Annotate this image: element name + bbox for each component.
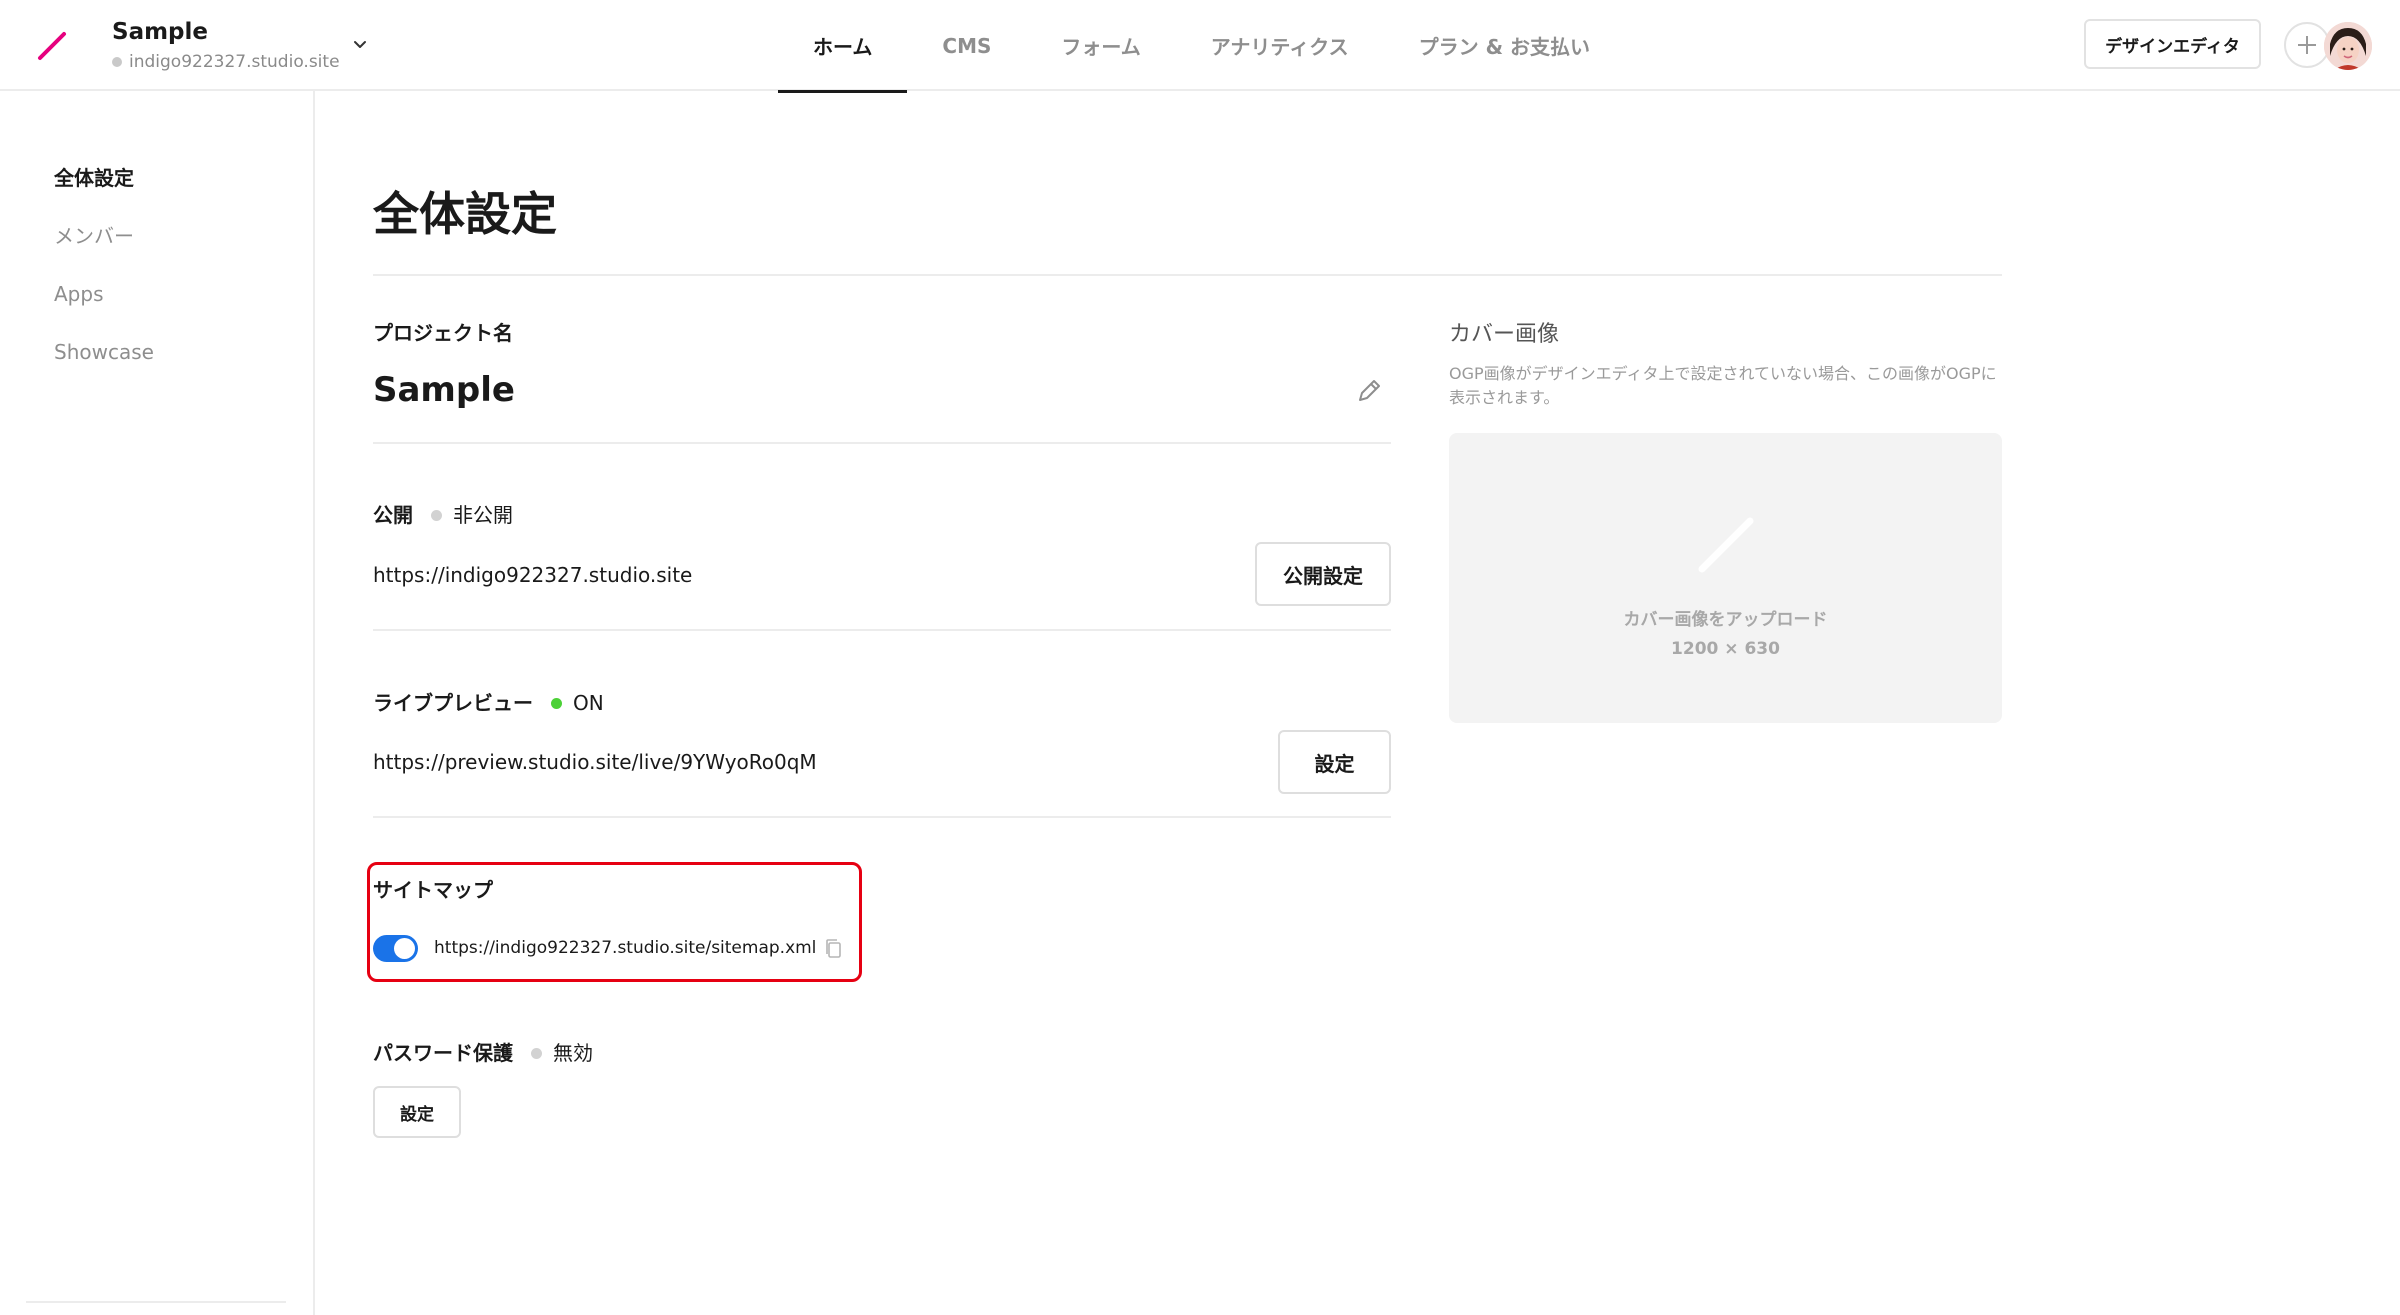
page-title: 全体設定 (373, 187, 557, 241)
password-status: 無効 (531, 1040, 593, 1066)
sitemap-toggle[interactable] (373, 935, 418, 962)
status-dot (531, 1047, 542, 1059)
user-avatar-icon (2324, 22, 2372, 70)
cover-upload-label: カバー画像をアップロード (1623, 610, 1828, 630)
status-dot (431, 509, 442, 521)
sitemap-label: サイトマップ (373, 878, 493, 902)
publish-status-text: 非公開 (453, 503, 513, 527)
design-editor-button[interactable]: デザインエディタ (2084, 19, 2261, 69)
publish-url: https://indigo922327.studio.site (373, 563, 693, 587)
divider (373, 629, 1391, 631)
copy-icon[interactable] (825, 938, 843, 960)
project-name-label: プロジェクト名 (373, 321, 513, 345)
sidebar-item-general-settings[interactable]: 全体設定 (54, 165, 134, 191)
live-preview-status-text: ON (573, 691, 604, 715)
sidebar-item-members[interactable]: メンバー (54, 223, 134, 249)
tab-analytics[interactable]: アナリティクス (1176, 0, 1384, 91)
project-domain: indigo922327.studio.site (112, 52, 340, 72)
plus-icon (2298, 36, 2316, 54)
project-switcher[interactable]: Sample indigo922327.studio.site (112, 18, 340, 72)
sitemap-url: https://indigo922327.studio.site/sitemap… (434, 938, 817, 958)
tab-plan-billing[interactable]: プラン & お支払い (1384, 0, 1625, 91)
main-nav: ホーム CMS フォーム アナリティクス プラン & お支払い (778, 0, 1625, 93)
avatar[interactable] (2324, 22, 2372, 70)
live-preview-settings-button[interactable]: 設定 (1278, 730, 1391, 794)
chevron-down-icon[interactable] (352, 36, 368, 52)
password-settings-button[interactable]: 設定 (373, 1086, 461, 1138)
top-header: Sample indigo922327.studio.site ホーム CMS … (0, 0, 2400, 93)
project-name: Sample (112, 19, 208, 45)
password-section-label: パスワード保護 無効 (373, 1040, 593, 1066)
status-dot (551, 697, 562, 709)
live-preview-status: ON (551, 690, 604, 716)
divider (373, 816, 1391, 818)
live-preview-url: https://preview.studio.site/live/9YWyoRo… (373, 750, 817, 774)
publish-label: 公開 (373, 503, 413, 527)
project-name-value: Sample (373, 370, 515, 410)
publish-settings-button[interactable]: 公開設定 (1255, 542, 1391, 606)
publish-status: 非公開 (431, 502, 513, 528)
sidebar-item-apps[interactable]: Apps (54, 281, 104, 307)
sidebar: 全体設定 メンバー Apps Showcase (0, 91, 315, 1315)
title-divider (373, 274, 2002, 276)
password-status-text: 無効 (553, 1041, 593, 1065)
divider (373, 442, 1391, 444)
cover-image-upload-area[interactable]: カバー画像をアップロード 1200 × 630 (1449, 433, 2002, 723)
sidebar-divider (26, 1301, 286, 1303)
tab-forms[interactable]: フォーム (1026, 0, 1175, 91)
live-preview-label: ライブプレビュー (373, 691, 533, 715)
publish-status-dot (112, 57, 122, 67)
tab-cms[interactable]: CMS (907, 0, 1026, 91)
pencil-edit-icon[interactable] (1354, 376, 1384, 406)
live-preview-section-label: ライブプレビュー ON (373, 690, 604, 716)
password-label: パスワード保護 (373, 1041, 513, 1065)
sidebar-item-showcase[interactable]: Showcase (54, 339, 154, 365)
cover-image-title: カバー画像 (1449, 322, 1560, 347)
studio-logo-icon[interactable] (34, 28, 70, 64)
publish-section-label: 公開 非公開 (373, 502, 513, 528)
cover-image-description: OGP画像がデザインエディタ上で設定されていない場合、この画像がOGPに表示され… (1449, 364, 1997, 407)
project-domain-text: indigo922327.studio.site (129, 52, 340, 72)
studio-logo-placeholder-icon (1698, 517, 1754, 573)
tab-home[interactable]: ホーム (778, 0, 908, 93)
cover-size-label: 1200 × 630 (1671, 639, 1780, 659)
